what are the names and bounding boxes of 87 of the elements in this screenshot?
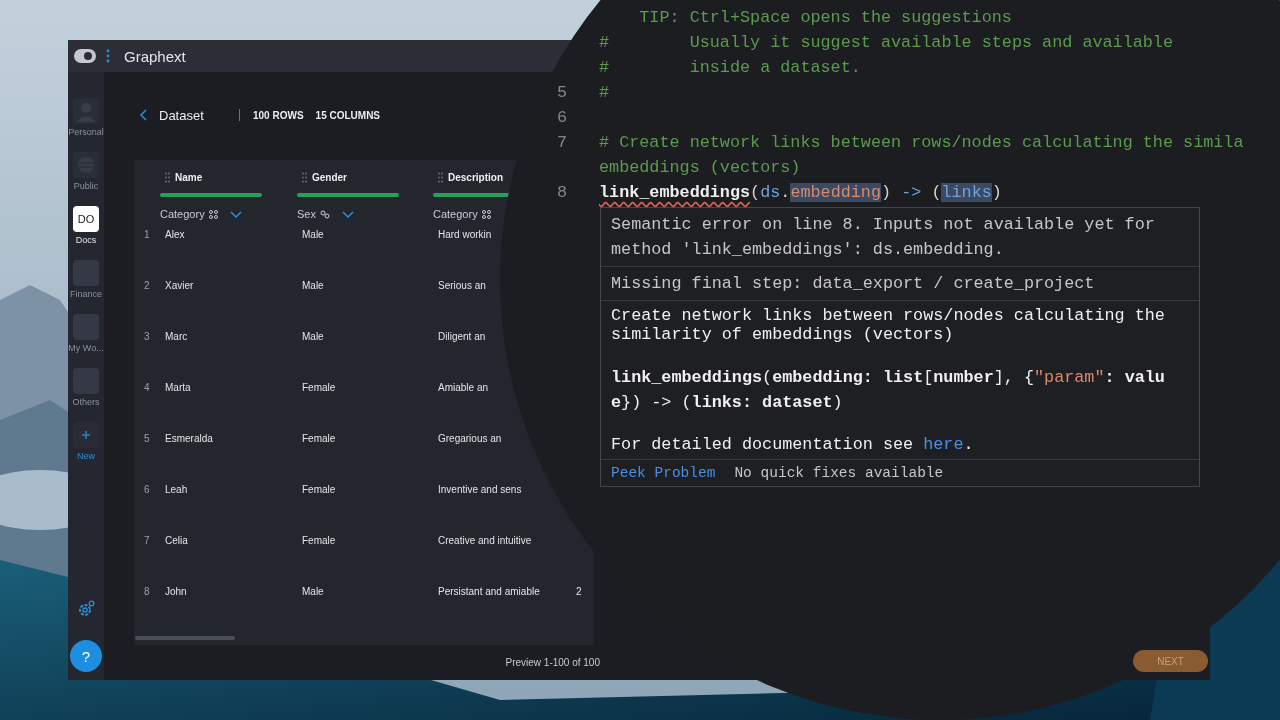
method-description: Create network links between rows/nodes calculating the similarity of embeddings (vectors)	[611, 306, 1166, 344]
code-comment: # Create network links between rows/nodes calculating the simila	[599, 132, 1244, 154]
column-header[interactable]: Description	[448, 171, 503, 183]
scrollbar[interactable]	[135, 636, 235, 640]
table-cell-text: Female	[301, 433, 337, 446]
table-cell-text: Hard workin	[437, 229, 493, 242]
table-cell-text: Female	[301, 484, 337, 497]
settings-icon[interactable]	[77, 600, 95, 618]
table-cell-text: John	[164, 586, 188, 599]
table-cell-text: Female	[301, 382, 337, 395]
chevron-down-icon[interactable]	[229, 210, 242, 218]
table-cell-text: Male	[301, 331, 325, 344]
method-signature: link_embeddings(embedding: list[number], {"param": value}) -> (links: dataset)	[611, 367, 1166, 414]
row-number: 2	[143, 280, 151, 293]
drag-handle-icon[interactable]	[165, 171, 170, 183]
drag-handle-icon[interactable]	[302, 171, 307, 183]
documentation-note: For detailed documentation see here.	[611, 434, 975, 456]
table-cell-text: Persistant and amiable	[437, 586, 541, 599]
category-icon	[208, 209, 218, 219]
table-cell-text: Male	[301, 280, 325, 293]
table-cell-text: Male	[301, 586, 325, 599]
row-number: 8	[143, 586, 151, 599]
sidebar-item[interactable]: Public	[68, 152, 104, 206]
sidebar-item[interactable]: DO Docs	[68, 206, 104, 260]
preview-count: Preview 1-100 of 100	[505, 657, 600, 668]
sidebar-item[interactable]: New	[68, 422, 104, 476]
plus-icon	[73, 422, 99, 448]
table-cell-text: Female	[301, 535, 337, 548]
table-cell-text: 2	[575, 586, 583, 599]
table-cell-text: Xavier	[164, 280, 195, 293]
table-cell-text: Creative and intuitive	[437, 535, 533, 548]
table-cell-text: Amiable an	[437, 382, 490, 395]
table-cell-text: Marta	[164, 382, 192, 395]
row-number: 6	[143, 484, 151, 497]
person-icon	[73, 98, 99, 124]
category-icon	[481, 209, 491, 219]
dataset-title: Dataset	[159, 107, 205, 123]
sidebar-item[interactable]: Finance	[68, 260, 104, 314]
sidebar-item[interactable]: Others	[68, 368, 104, 422]
column-type: Sex	[297, 208, 316, 220]
row-number: 3	[143, 331, 151, 344]
code-comment: # Usually it suggest available steps and available	[599, 32, 1173, 54]
logo-icon	[74, 49, 96, 63]
code-comment: TIP: Ctrl+Space opens the suggestions	[638, 7, 1012, 29]
table-cell-text: Serious an	[437, 280, 487, 293]
table-cell-text: Marc	[164, 331, 189, 344]
window-title: Graphext	[124, 47, 186, 65]
table-cell-text: Inventive and sens	[437, 484, 523, 497]
menu-icon[interactable]	[106, 49, 110, 63]
row-count: 100 ROWS	[253, 109, 304, 121]
documentation-link[interactable]: here	[923, 435, 964, 454]
column-header[interactable]: Gender	[312, 171, 347, 183]
gender-icon	[319, 209, 330, 219]
chevron-down-icon[interactable]	[341, 210, 354, 218]
sidebar-item[interactable]: Personal	[68, 98, 104, 152]
table-cell-text: Alex	[164, 229, 186, 242]
peek-problem-link[interactable]: Peek Problem	[611, 462, 716, 484]
code-comment: # inside a dataset.	[599, 57, 861, 79]
help-button[interactable]: ?	[70, 640, 102, 672]
line-number: 5	[556, 83, 567, 102]
line-number: 8	[556, 183, 567, 202]
quick-fix-note: No quick fixes available	[734, 464, 944, 483]
row-number: 4	[143, 382, 151, 395]
column-count: 15 COLUMNS	[315, 109, 381, 121]
sidebar-item[interactable]: My Wo...	[68, 314, 104, 368]
line-number: 7	[556, 133, 567, 152]
warning-message: Missing final step: data_export / create_project	[611, 273, 1096, 295]
table-cell-text: Celia	[164, 535, 189, 548]
table-cell-text: Male	[301, 229, 325, 242]
error-message: Semantic error on line 8. Inputs not available yet for method 'link_embeddings': ds.embedding.	[611, 214, 1156, 261]
code-comment: #	[599, 82, 610, 104]
row-number: 7	[143, 535, 151, 548]
back-icon[interactable]	[139, 109, 147, 121]
column-header[interactable]: Name	[175, 171, 203, 183]
column-type: Category	[433, 208, 478, 220]
row-number: 5	[143, 433, 151, 446]
drag-handle-icon[interactable]	[438, 171, 443, 183]
row-number: 1	[143, 229, 151, 242]
column-type: Category	[160, 208, 205, 220]
next-button[interactable]: NEXT	[1133, 650, 1208, 672]
line-number: 6	[556, 108, 567, 127]
code-line: link_embeddings(ds.embedding) -> (links)	[599, 182, 1002, 204]
table-cell-text: Esmeralda	[164, 433, 214, 446]
code-comment: embeddings (vectors)	[599, 157, 801, 179]
table-cell-text: Gregarious an	[437, 433, 503, 446]
table-cell-text: Leah	[164, 484, 189, 497]
table-cell-text: Diligent an	[437, 331, 487, 344]
